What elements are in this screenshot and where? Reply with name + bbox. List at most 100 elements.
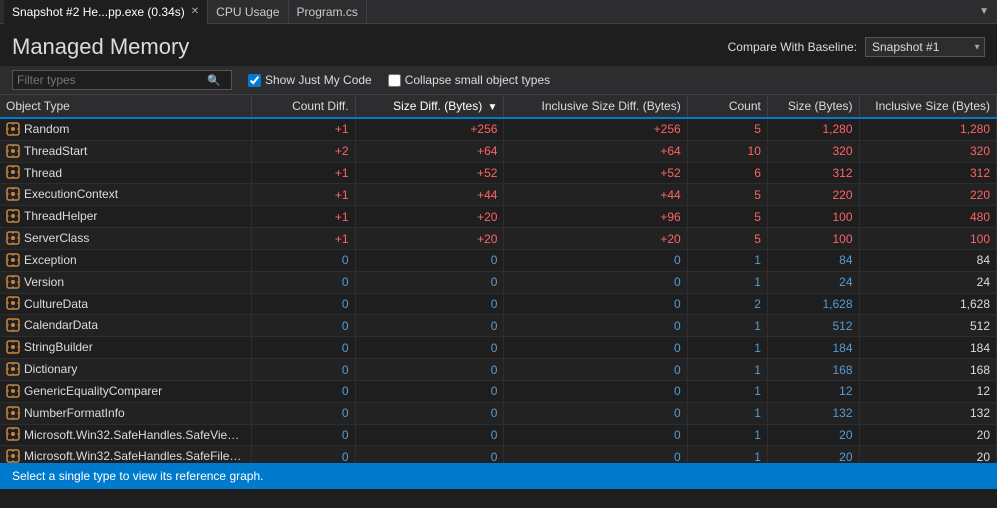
table-row[interactable]: CalendarData0001512512 xyxy=(0,315,997,337)
cell-count: 10 xyxy=(687,140,767,162)
tab-overflow-arrow[interactable]: ▼ xyxy=(975,6,993,17)
table-row[interactable]: ServerClass+1+20+205100100 xyxy=(0,228,997,250)
cell-count-diff: 0 xyxy=(252,293,355,315)
cell-incl-size-diff: 0 xyxy=(504,424,687,446)
cell-incl-size-diff: 0 xyxy=(504,249,687,271)
table-container[interactable]: Object Type Count Diff. Size Diff. (Byte… xyxy=(0,95,997,463)
cell-count-diff: +1 xyxy=(252,228,355,250)
cell-incl-size-diff: 0 xyxy=(504,271,687,293)
tab-program-cs[interactable]: Program.cs xyxy=(289,0,367,24)
cell-incl-size: 12 xyxy=(859,380,997,402)
type-name: NumberFormatInfo xyxy=(24,406,125,420)
col-header-count-diff[interactable]: Count Diff. xyxy=(252,95,355,118)
cell-incl-size: 1,628 xyxy=(859,293,997,315)
cell-count-diff: +1 xyxy=(252,184,355,206)
compare-select-wrapper[interactable]: Snapshot #1 Snapshot #2 xyxy=(865,37,985,57)
cell-incl-size-diff: +96 xyxy=(504,206,687,228)
cell-size-diff: 0 xyxy=(355,271,504,293)
cell-size-diff: 0 xyxy=(355,359,504,381)
cell-count: 5 xyxy=(687,206,767,228)
type-name: Random xyxy=(24,122,69,136)
cell-object-type: CultureData xyxy=(0,293,252,315)
cell-incl-size-diff: 0 xyxy=(504,293,687,315)
cell-count-diff: 0 xyxy=(252,271,355,293)
table-row[interactable]: ThreadStart+2+64+6410320320 xyxy=(0,140,997,162)
col-header-size-diff[interactable]: Size Diff. (Bytes) ▼ xyxy=(355,95,504,118)
cell-count: 1 xyxy=(687,424,767,446)
cell-incl-size: 168 xyxy=(859,359,997,381)
cell-incl-size: 132 xyxy=(859,402,997,424)
col-header-count[interactable]: Count xyxy=(687,95,767,118)
search-box[interactable]: 🔍 xyxy=(12,70,232,90)
cell-size: 20 xyxy=(767,446,859,463)
type-name: ExecutionContext xyxy=(24,187,118,201)
cell-count: 1 xyxy=(687,446,767,463)
type-name: Microsoft.Win32.SafeHandles.SafeVie… xyxy=(24,428,239,442)
cell-size-diff: +256 xyxy=(355,118,504,140)
cell-incl-size: 20 xyxy=(859,446,997,463)
cell-count: 5 xyxy=(687,228,767,250)
cell-incl-size-diff: +20 xyxy=(504,228,687,250)
cell-object-type: Microsoft.Win32.SafeHandles.SafeFile… xyxy=(0,446,252,463)
cell-object-type: Thread xyxy=(0,162,252,184)
tab-snapshot2[interactable]: Snapshot #2 He...pp.exe (0.34s) ✕ xyxy=(4,0,208,24)
cell-count-diff: +1 xyxy=(252,118,355,140)
compare-dropdown[interactable]: Snapshot #1 Snapshot #2 xyxy=(865,37,985,57)
cell-incl-size: 100 xyxy=(859,228,997,250)
cell-object-type: Exception xyxy=(0,249,252,271)
cell-count: 1 xyxy=(687,337,767,359)
table-row[interactable]: ThreadHelper+1+20+965100480 xyxy=(0,206,997,228)
cell-size: 20 xyxy=(767,424,859,446)
cell-incl-size: 320 xyxy=(859,140,997,162)
tab-program-cs-label: Program.cs xyxy=(297,5,358,19)
col-header-incl-size-diff[interactable]: Inclusive Size Diff. (Bytes) xyxy=(504,95,687,118)
cell-object-type: CalendarData xyxy=(0,315,252,337)
table-row[interactable]: Microsoft.Win32.SafeHandles.SafeVie…0001… xyxy=(0,424,997,446)
cell-size: 1,280 xyxy=(767,118,859,140)
table-row[interactable]: Microsoft.Win32.SafeHandles.SafeFile…000… xyxy=(0,446,997,463)
table-row[interactable]: Dictionary0001168168 xyxy=(0,359,997,381)
cell-size-diff: 0 xyxy=(355,424,504,446)
collapse-small-checkbox[interactable] xyxy=(388,74,401,87)
table-row[interactable]: StringBuilder0001184184 xyxy=(0,337,997,359)
cell-incl-size: 184 xyxy=(859,337,997,359)
col-header-incl-size[interactable]: Inclusive Size (Bytes) xyxy=(859,95,997,118)
table-row[interactable]: Version00012424 xyxy=(0,271,997,293)
cell-object-type: StringBuilder xyxy=(0,337,252,359)
show-just-my-code-label[interactable]: Show Just My Code xyxy=(248,73,372,87)
type-name: Thread xyxy=(24,166,62,180)
table-row[interactable]: ExecutionContext+1+44+445220220 xyxy=(0,184,997,206)
cell-count-diff: 0 xyxy=(252,402,355,424)
collapse-small-label[interactable]: Collapse small object types xyxy=(388,73,550,87)
table-row[interactable]: Exception00018484 xyxy=(0,249,997,271)
table-row[interactable]: NumberFormatInfo0001132132 xyxy=(0,402,997,424)
col-header-object-type[interactable]: Object Type xyxy=(0,95,252,118)
cell-incl-size: 480 xyxy=(859,206,997,228)
cell-incl-size: 312 xyxy=(859,162,997,184)
show-just-my-code-checkbox[interactable] xyxy=(248,74,261,87)
cell-object-type: ThreadStart xyxy=(0,140,252,162)
cell-size: 184 xyxy=(767,337,859,359)
table-row[interactable]: GenericEqualityComparer00011212 xyxy=(0,380,997,402)
type-name: ThreadStart xyxy=(24,144,87,158)
cell-size-diff: +52 xyxy=(355,162,504,184)
cell-incl-size-diff: 0 xyxy=(504,380,687,402)
cell-object-type: NumberFormatInfo xyxy=(0,402,252,424)
search-input[interactable] xyxy=(17,73,207,87)
cell-incl-size-diff: +64 xyxy=(504,140,687,162)
tab-cpu-usage[interactable]: CPU Usage xyxy=(208,0,288,24)
table-body: Random+1+256+25651,2801,280 ThreadStart+… xyxy=(0,118,997,463)
table-row[interactable]: Thread+1+52+526312312 xyxy=(0,162,997,184)
cell-count: 1 xyxy=(687,359,767,381)
cell-size: 512 xyxy=(767,315,859,337)
cell-count: 2 xyxy=(687,293,767,315)
cell-count: 5 xyxy=(687,118,767,140)
type-name: CalendarData xyxy=(24,318,98,332)
table-row[interactable]: CultureData00021,6281,628 xyxy=(0,293,997,315)
toolbar: 🔍 Show Just My Code Collapse small objec… xyxy=(0,66,997,95)
type-name: Version xyxy=(24,275,64,289)
cell-count-diff: 0 xyxy=(252,337,355,359)
tab-snapshot2-close[interactable]: ✕ xyxy=(191,6,199,17)
col-header-size[interactable]: Size (Bytes) xyxy=(767,95,859,118)
table-row[interactable]: Random+1+256+25651,2801,280 xyxy=(0,118,997,140)
